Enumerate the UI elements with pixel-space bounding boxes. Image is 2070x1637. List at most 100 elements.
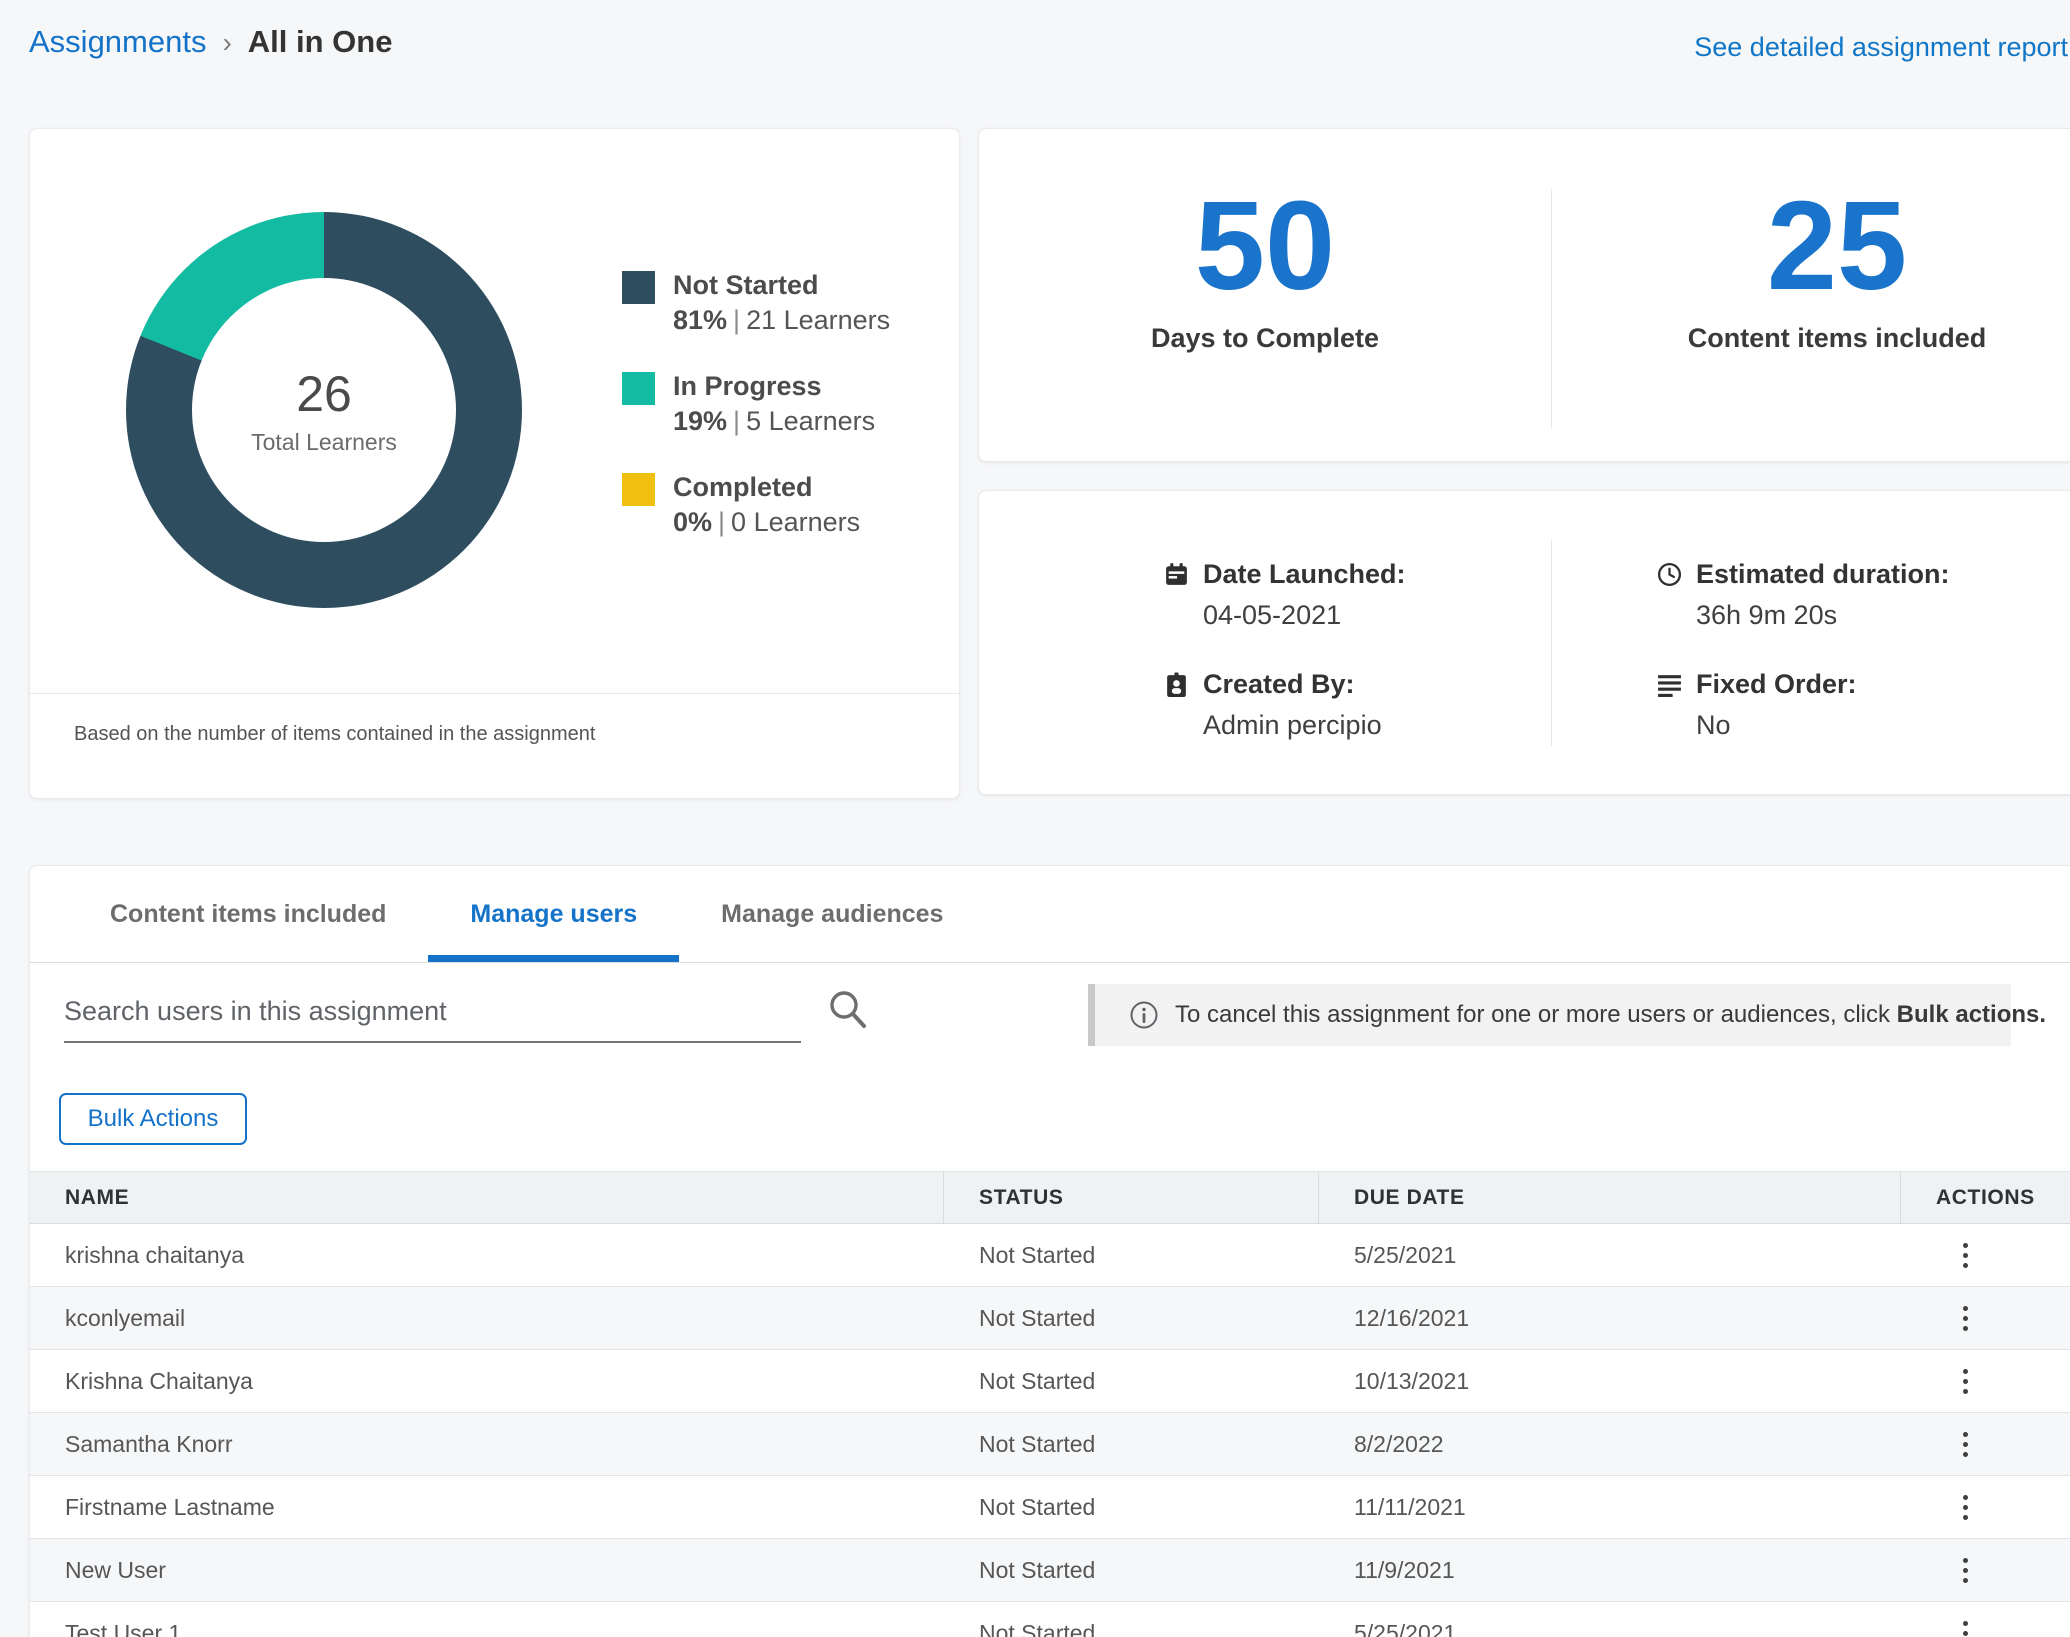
row-actions-kebab-icon[interactable] [1901, 1476, 2070, 1538]
breadcrumb-assignments-link[interactable]: Assignments [29, 24, 206, 60]
badge-icon [1163, 671, 1190, 698]
user-status: Not Started [944, 1539, 1319, 1601]
legend-learners: 5 Learners [746, 406, 875, 436]
user-name: kconlyemail [30, 1287, 944, 1349]
row-actions-kebab-icon[interactable] [1901, 1350, 2070, 1412]
row-actions-kebab-icon[interactable] [1901, 1224, 2070, 1286]
legend-detail: 0%|0 Learners [673, 504, 860, 540]
created-by-label: Created By: [1203, 669, 1355, 700]
info-text-bold: Bulk actions. [1897, 1001, 2046, 1028]
legend-label: Completed [673, 471, 860, 504]
legend-learners: 0 Learners [731, 507, 860, 537]
learner-summary-card: 26 Total Learners Not Started 81%|21 Lea… [29, 128, 960, 799]
row-actions-kebab-icon[interactable] [1901, 1287, 2070, 1349]
table-row: Samantha Knorr Not Started 8/2/2022 [30, 1413, 2070, 1476]
tab-manage-audiences[interactable]: Manage audiences [679, 866, 985, 962]
legend-pipe: | [727, 406, 746, 436]
user-name: Krishna Chaitanya [30, 1350, 944, 1412]
info-banner-text: To cancel this assignment for one or mor… [1175, 1001, 2046, 1029]
total-learners-value: 26 [296, 365, 352, 423]
content-items-value: 25 [1767, 181, 1907, 311]
fixed-order-label: Fixed Order: [1696, 669, 1857, 700]
in-progress-swatch-icon [622, 372, 655, 405]
column-header-actions: ACTIONS [1901, 1172, 2070, 1223]
column-header-status: STATUS [944, 1172, 1319, 1223]
estimated-duration-label: Estimated duration: [1696, 559, 1950, 590]
legend-pipe: | [727, 305, 746, 335]
table-row: kconlyemail Not Started 12/16/2021 [30, 1287, 2070, 1350]
donut-footnote: Based on the number of items contained i… [74, 723, 595, 746]
manage-section-card: Content items included Manage users Mana… [29, 865, 2070, 1637]
completed-swatch-icon [622, 473, 655, 506]
user-name: Firstname Lastname [30, 1476, 944, 1538]
legend-percent: 0% [673, 507, 712, 537]
total-learners-label: Total Learners [251, 429, 397, 456]
table-row: Test User 1 Not Started 5/25/2021 [30, 1602, 2070, 1637]
created-by-value: Admin percipio [1203, 710, 1406, 741]
learner-status-donut-chart: 26 Total Learners [126, 212, 522, 608]
assignment-details-card: Date Launched: 04-05-2021 Created By: Ad… [978, 490, 2070, 795]
row-actions-kebab-icon[interactable] [1901, 1539, 2070, 1601]
legend-pipe: | [712, 507, 731, 537]
days-to-complete-stat: 50 Days to Complete [979, 129, 1551, 461]
date-launched-label: Date Launched: [1203, 559, 1406, 590]
tab-manage-users[interactable]: Manage users [428, 866, 679, 962]
fixed-order-detail: Fixed Order: No [1656, 669, 1950, 741]
column-header-name: NAME [30, 1172, 944, 1223]
info-text-regular: To cancel this assignment for one or mor… [1175, 1001, 1897, 1028]
search-icon[interactable] [826, 988, 870, 1032]
tab-bar: Content items included Manage users Mana… [30, 866, 2070, 963]
search-input[interactable] [64, 996, 801, 1027]
page-title: All in One [248, 24, 393, 60]
table-row: New User Not Started 11/9/2021 [30, 1539, 2070, 1602]
info-banner: To cancel this assignment for one or mor… [1088, 984, 2011, 1046]
tab-content-items-included[interactable]: Content items included [68, 866, 428, 962]
search-field-wrap [64, 988, 801, 1043]
user-status: Not Started [944, 1413, 1319, 1475]
page: Assignments › All in One See detailed as… [0, 0, 2070, 1637]
donut-legend: Not Started 81%|21 Learners In Progress … [622, 269, 890, 540]
row-actions-kebab-icon[interactable] [1901, 1602, 2070, 1637]
legend-item-in-progress: In Progress 19%|5 Learners [622, 370, 890, 439]
days-to-complete-label: Days to Complete [1151, 323, 1379, 354]
breadcrumb: Assignments › All in One [29, 24, 392, 60]
assignment-stats-card: 50 Days to Complete 25 Content items inc… [978, 128, 2070, 462]
not-started-swatch-icon [622, 271, 655, 304]
table-row: Firstname Lastname Not Started 11/11/202… [30, 1476, 2070, 1539]
estimated-duration-detail: Estimated duration: 36h 9m 20s [1656, 559, 1950, 631]
users-table: NAME STATUS DUE DATE ACTIONS krishna cha… [30, 1171, 2070, 1637]
legend-detail: 81%|21 Learners [673, 302, 890, 338]
donut-center: 26 Total Learners [192, 278, 456, 542]
user-name: krishna chaitanya [30, 1224, 944, 1286]
table-row: krishna chaitanya Not Started 5/25/2021 [30, 1224, 2070, 1287]
content-items-stat: 25 Content items included [1551, 129, 2070, 461]
days-to-complete-value: 50 [1195, 181, 1335, 311]
table-row: Krishna Chaitanya Not Started 10/13/2021 [30, 1350, 2070, 1413]
stats-divider [1551, 189, 1552, 429]
user-status: Not Started [944, 1476, 1319, 1538]
breadcrumb-separator-icon: › [222, 27, 231, 59]
list-lines-icon [1656, 671, 1683, 698]
date-launched-value: 04-05-2021 [1203, 600, 1406, 631]
legend-detail: 19%|5 Learners [673, 403, 875, 439]
date-launched-detail: Date Launched: 04-05-2021 [1163, 559, 1406, 631]
bulk-actions-button[interactable]: Bulk Actions [59, 1093, 247, 1145]
user-status: Not Started [944, 1602, 1319, 1637]
user-due-date: 11/11/2021 [1319, 1476, 1901, 1538]
card-divider [30, 693, 959, 694]
user-due-date: 5/25/2021 [1319, 1602, 1901, 1637]
content-items-label: Content items included [1688, 323, 1987, 354]
user-status: Not Started [944, 1350, 1319, 1412]
user-name: Test User 1 [30, 1602, 944, 1637]
user-due-date: 8/2/2022 [1319, 1413, 1901, 1475]
legend-percent: 81% [673, 305, 727, 335]
column-header-due-date: DUE DATE [1319, 1172, 1901, 1223]
user-due-date: 10/13/2021 [1319, 1350, 1901, 1412]
calendar-icon [1163, 561, 1190, 588]
row-actions-kebab-icon[interactable] [1901, 1413, 2070, 1475]
detailed-report-link[interactable]: See detailed assignment report [1694, 32, 2068, 63]
estimated-duration-value: 36h 9m 20s [1696, 600, 1950, 631]
user-due-date: 11/9/2021 [1319, 1539, 1901, 1601]
legend-label: In Progress [673, 370, 875, 403]
user-due-date: 5/25/2021 [1319, 1224, 1901, 1286]
